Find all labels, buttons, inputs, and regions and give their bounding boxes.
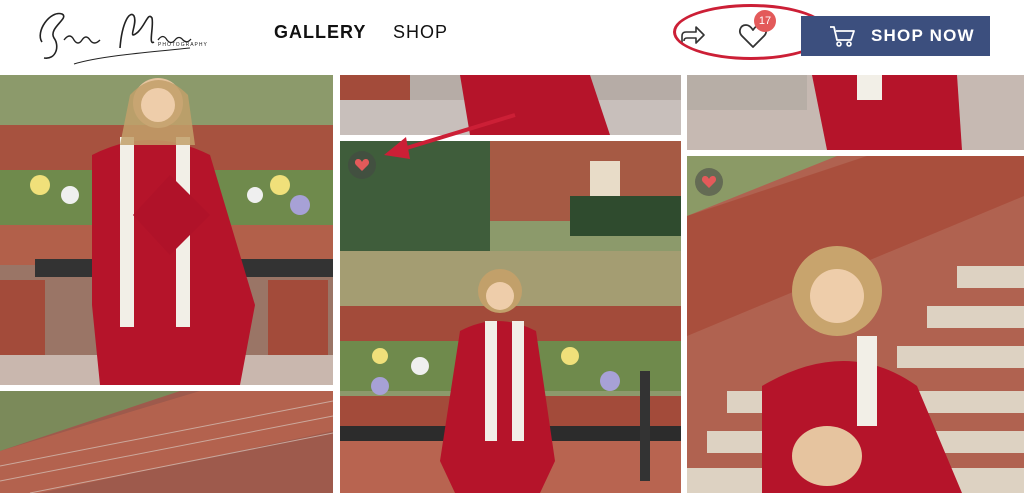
photo-graduate-kneeling (687, 156, 1024, 493)
photo-graduate-courtyard (340, 141, 681, 493)
favorite-button[interactable] (348, 151, 376, 179)
cart-icon (830, 26, 855, 47)
gallery-photo[interactable] (0, 391, 333, 493)
gallery-photo[interactable] (687, 75, 1024, 150)
shop-now-label: SHOP NOW (871, 26, 975, 45)
nav-gallery[interactable]: GALLERY (274, 22, 366, 43)
shop-now-button[interactable]: SHOP NOW (801, 16, 990, 56)
logo-signature (39, 12, 192, 65)
gallery-photo[interactable] (340, 141, 681, 493)
gallery-photo[interactable] (0, 75, 333, 385)
photo-brick-stairs (0, 391, 333, 493)
logo-subtitle: PHOTOGRAPHY (158, 42, 208, 48)
gallery-photo[interactable] (340, 75, 681, 135)
heart-favorite-icon (701, 176, 717, 188)
photo-gown-detail (340, 75, 681, 135)
photo-gown-walk (687, 75, 1024, 150)
gallery-photo[interactable] (687, 156, 1024, 493)
photo-graduate-stairs (0, 75, 333, 385)
logo[interactable]: PHOTOGRAPHY (30, 2, 208, 70)
nav-shop[interactable]: SHOP (393, 22, 448, 43)
heart-favorite-icon (354, 159, 370, 171)
favorite-button[interactable] (695, 168, 723, 196)
site-header: PHOTOGRAPHY GALLERY SHOP 17 SHOP NOW (0, 0, 1024, 74)
